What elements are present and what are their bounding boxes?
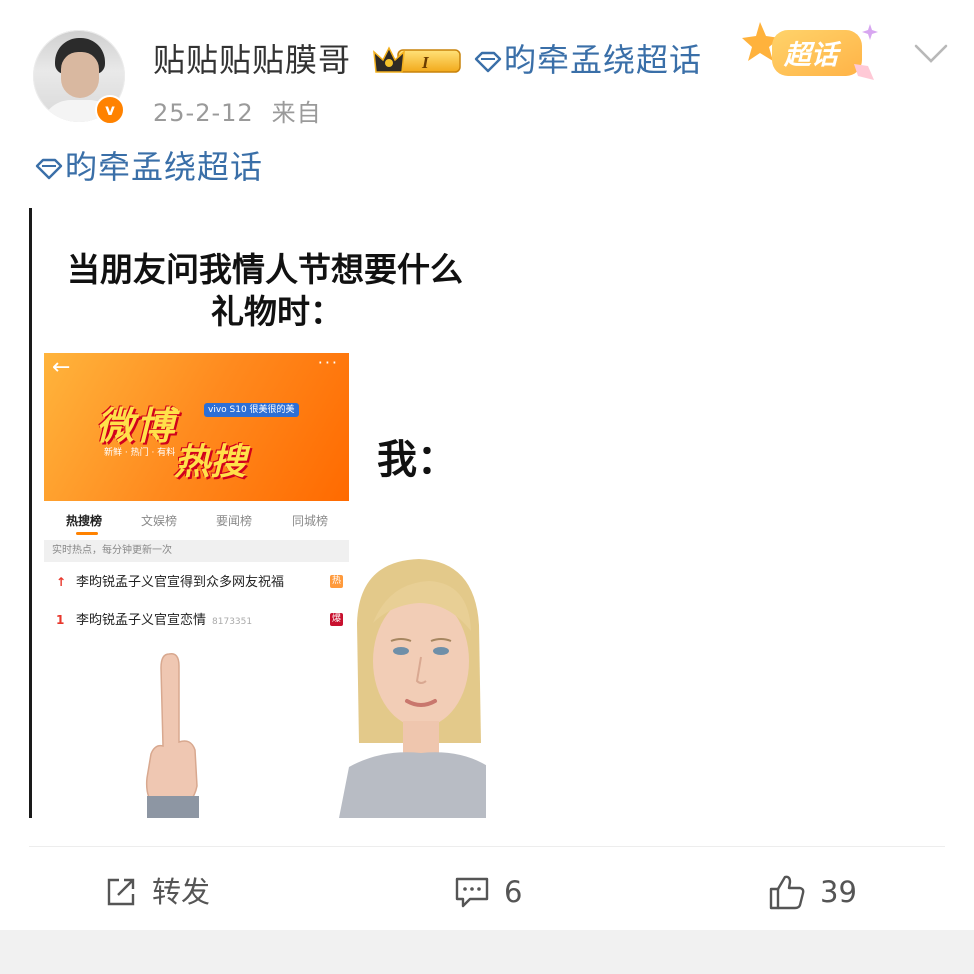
post-source: 来自 bbox=[271, 99, 322, 127]
verified-badge-icon: v bbox=[95, 95, 125, 125]
hot-search-row: ↑ 李昀锐孟子义官宣得到众多网友祝福 热 bbox=[56, 575, 343, 590]
header-topic-label: 昀牵孟绕超话 bbox=[504, 41, 703, 79]
chaohua-label: 超话 bbox=[783, 40, 842, 71]
hot-search-banner: ← ··· 微博 热搜 vivo S10 很美很的美 新鲜 · 热门 · 有料 bbox=[44, 353, 349, 501]
woman-photo bbox=[339, 559, 486, 818]
back-arrow-icon: ← bbox=[52, 355, 71, 380]
repost-button[interactable]: 转发 bbox=[104, 868, 210, 912]
share-icon bbox=[107, 878, 135, 906]
hot-search-notice: 实时热点，每分钟更新一次 bbox=[44, 540, 349, 562]
chevron-down-icon[interactable] bbox=[910, 36, 952, 70]
diamond-icon bbox=[474, 51, 502, 73]
meme-me-label: 我： bbox=[377, 437, 457, 483]
meme-caption-line1: 当朋友问我情人节想要什么 bbox=[67, 250, 463, 289]
thumbs-up-icon bbox=[769, 875, 805, 910]
banner-title: 微博 bbox=[96, 404, 177, 448]
body-topic-link[interactable]: 昀牵孟绕超话 bbox=[33, 145, 263, 189]
header-topic-link[interactable]: 昀牵孟绕超话 bbox=[472, 38, 702, 82]
hot-search-tabs: 热搜榜 文娱榜 要闻榜 同城榜 bbox=[44, 508, 349, 538]
post-image[interactable]: 当朋友问我情人节想要什么 礼物时： ← ··· 微博 热搜 vivo S10 很… bbox=[29, 208, 486, 818]
comment-icon bbox=[455, 877, 489, 908]
comment-count: 6 bbox=[504, 875, 523, 909]
meme-caption-line2: 礼物时： bbox=[211, 292, 343, 331]
tab-hot: 热搜榜 bbox=[66, 514, 103, 528]
like-count: 39 bbox=[820, 875, 857, 909]
tab-news: 要闻榜 bbox=[216, 514, 253, 528]
diamond-icon bbox=[35, 158, 63, 180]
body-topic-label: 昀牵孟绕超话 bbox=[65, 148, 264, 186]
member-crown-icon[interactable]: I bbox=[372, 44, 464, 76]
chaohua-badge-icon[interactable]: 超话 bbox=[742, 18, 892, 88]
bottom-bar bbox=[0, 930, 974, 974]
repost-label: 转发 bbox=[152, 875, 211, 909]
post-meta: 25-2-12 来自 bbox=[153, 96, 340, 130]
more-dots-icon: ··· bbox=[317, 353, 339, 372]
comment-button[interactable]: 6 bbox=[454, 868, 522, 912]
divider bbox=[29, 846, 945, 847]
banner-subtitle: 新鲜 · 热门 · 有料 bbox=[104, 448, 176, 458]
post-date: 25-2-12 bbox=[153, 99, 254, 127]
banner-sponsor: vivo S10 很美很的美 bbox=[204, 403, 299, 417]
tab-local: 同城榜 bbox=[292, 514, 329, 528]
banner-title-2: 热搜 bbox=[174, 442, 247, 483]
like-button[interactable]: 39 bbox=[768, 868, 857, 912]
tab-entertainment: 文娱榜 bbox=[141, 514, 178, 528]
username[interactable]: 贴贴贴贴膜哥 bbox=[153, 38, 351, 82]
pointing-hand-icon bbox=[145, 653, 199, 818]
hot-search-row: 1 李昀锐孟子义官宣恋情 8173351 爆 bbox=[56, 613, 343, 628]
